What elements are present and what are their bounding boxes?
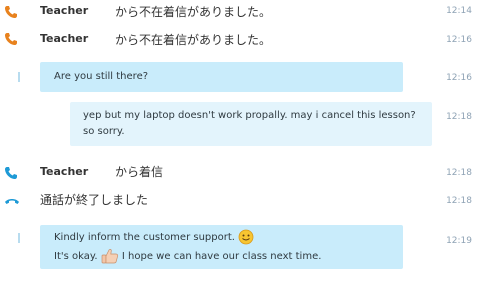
call-status-text: から不在着信がありました。 <box>115 5 272 19</box>
message-row: Kindly inform the customer support. It's… <box>0 225 480 271</box>
call-status-text: から着信 <box>115 165 164 179</box>
message-time: 12:16 <box>446 35 472 45</box>
message-bubble: yep but my laptop doesn't work propally.… <box>70 102 432 146</box>
missed-call-row: Teacher から不在着信がありました。 12:16 <box>0 27 480 51</box>
phone-hangup-icon <box>5 199 19 204</box>
message-text: Kindly inform the customer support. <box>54 232 235 243</box>
message-row: yep but my laptop doesn't work propally.… <box>0 102 480 148</box>
message-bubble: Are you still there? <box>40 62 403 92</box>
incoming-call-row: Teacher から着信 12:18 <box>0 160 480 184</box>
sender-name: Teacher <box>40 4 89 17</box>
message-text: It's okay. <box>54 251 98 262</box>
message-time: 12:14 <box>446 6 472 16</box>
message-time: 12:18 <box>446 196 472 206</box>
message-marker <box>18 233 20 243</box>
message-text-line2: It's okay. I hope we can have our class … <box>54 248 321 266</box>
message-text: Are you still there? <box>54 71 149 82</box>
missed-call-row: Teacher から不在着信がありました。 12:14 <box>0 0 480 24</box>
message-time: 12:18 <box>446 168 472 178</box>
chat-history: Teacher から不在着信がありました。 12:14 Teacher から不在… <box>0 0 480 287</box>
message-row: Are you still there? 12:16 <box>0 62 480 94</box>
phone-missed-icon <box>5 6 17 18</box>
message-text-line1: Kindly inform the customer support. <box>54 229 254 247</box>
sender-name: Teacher <box>40 32 89 45</box>
phone-missed-icon <box>5 33 17 45</box>
message-text-line1: yep but my laptop doesn't work propally.… <box>83 110 416 121</box>
sender-name: Teacher <box>40 165 89 178</box>
message-time: 12:19 <box>446 236 472 246</box>
message-marker <box>18 72 20 82</box>
message-time: 12:16 <box>446 73 472 83</box>
smiley-emoji-icon <box>238 229 254 245</box>
call-status-text: から不在着信がありました。 <box>115 33 272 47</box>
message-text-line2: so sorry. <box>83 126 125 137</box>
message-bubble: Kindly inform the customer support. It's… <box>40 225 403 269</box>
thumbs-up-emoji-icon <box>101 248 118 264</box>
call-ended-row: 通話が終了しました 12:18 <box>0 188 480 212</box>
call-status-text: 通話が終了しました <box>40 193 149 207</box>
phone-incoming-icon <box>5 167 17 179</box>
message-text: I hope we can have our class next time. <box>121 251 322 262</box>
message-time: 12:18 <box>446 112 472 122</box>
